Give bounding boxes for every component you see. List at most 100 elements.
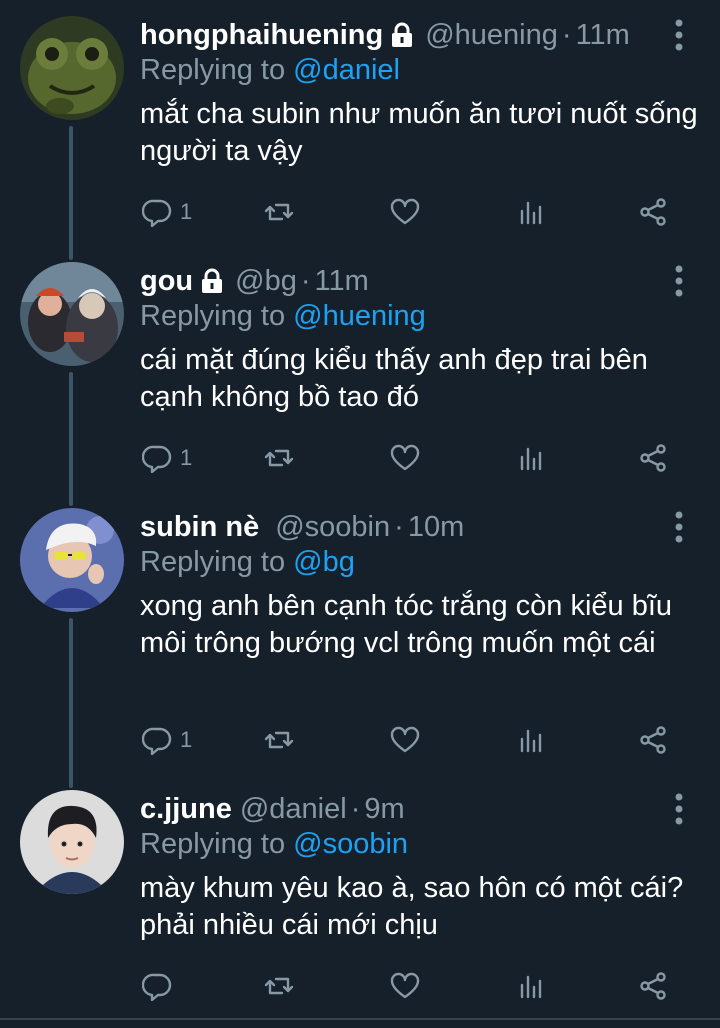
separator-dot: · — [350, 792, 361, 825]
mention-link[interactable]: @soobin — [293, 828, 408, 860]
reply-button[interactable]: 1 — [142, 194, 192, 230]
avatar[interactable] — [20, 790, 124, 894]
reply-button[interactable]: 1 — [142, 440, 192, 476]
cartoon-scene-avatar-icon — [20, 262, 124, 366]
mention-link[interactable]: @bg — [293, 546, 355, 578]
avatar[interactable] — [20, 262, 124, 366]
reply-count: 1 — [180, 727, 193, 752]
timestamp[interactable]: 11m — [315, 265, 369, 298]
share-icon — [640, 198, 666, 226]
handle[interactable]: @daniel — [240, 793, 347, 826]
more-vertical-icon[interactable] — [672, 264, 686, 298]
analytics-button[interactable] — [516, 194, 546, 230]
retweet-button[interactable] — [264, 968, 294, 1004]
replying-to: Replying to @huening — [140, 300, 426, 333]
display-name[interactable]: gou — [140, 265, 193, 298]
analytics-icon — [520, 729, 542, 753]
reply-button[interactable]: 1 — [142, 722, 192, 758]
tweet-text: xong anh bên cạnh tóc trắng còn kiểu bĩu… — [140, 590, 673, 659]
tweet-header: subin nè @soobin · 10m — [140, 506, 660, 548]
handle[interactable]: @bg — [235, 265, 297, 298]
tweet-actions: 1 — [140, 440, 680, 476]
mention-link[interactable]: @daniel — [293, 54, 400, 86]
tweet-text: cái mặt đúng kiểu thấy anh đẹp trai bên … — [140, 344, 648, 413]
replying-to: Replying to @daniel — [140, 54, 400, 87]
tweet-actions: 1 — [140, 722, 680, 758]
tweet[interactable]: subin nè @soobin · 10m Replying to @bg x… — [0, 492, 720, 774]
replying-to-label: Replying to — [140, 546, 294, 578]
retweet-icon — [264, 977, 294, 995]
analytics-icon — [520, 975, 542, 999]
share-button[interactable] — [638, 440, 668, 476]
analytics-icon — [520, 447, 542, 471]
like-icon — [390, 726, 420, 753]
tweet[interactable]: gou @bg · 11m Replying to @huening cái m… — [0, 246, 720, 492]
analytics-button[interactable] — [516, 722, 546, 758]
more-vertical-icon[interactable] — [672, 510, 686, 544]
timestamp[interactable]: 11m — [576, 19, 630, 52]
like-icon — [390, 444, 420, 471]
share-icon — [640, 726, 666, 754]
separator-dot: · — [394, 510, 404, 543]
tweet-header: c.jjune @daniel · 9m — [140, 788, 660, 830]
like-button[interactable] — [390, 194, 420, 230]
person-sunglasses-avatar-icon — [20, 508, 124, 612]
more-vertical-icon[interactable] — [672, 18, 686, 52]
replying-to-label: Replying to — [140, 300, 294, 332]
more-vertical-icon[interactable] — [672, 792, 686, 826]
green-frog-avatar-icon — [20, 16, 124, 120]
share-icon — [640, 972, 666, 1000]
tweet-actions: 1 — [140, 194, 680, 230]
share-button[interactable] — [638, 968, 668, 1004]
tweet-actions — [140, 968, 680, 1004]
like-button[interactable] — [390, 968, 420, 1004]
reply-button[interactable] — [142, 968, 180, 1004]
display-name[interactable]: hongphaihuening — [140, 19, 383, 52]
tweet-header: gou @bg · 11m — [140, 260, 660, 302]
display-name[interactable]: c.jjune — [140, 793, 232, 826]
like-icon — [390, 972, 420, 999]
reply-icon — [142, 973, 172, 1001]
lock-icon — [199, 268, 225, 294]
tweet-text: mắt cha subin như muốn ăn tươi nuốt sống… — [140, 98, 698, 167]
handle[interactable]: @soobin — [275, 511, 390, 544]
display-name[interactable]: subin nè — [140, 511, 259, 544]
reply-icon — [142, 445, 172, 473]
tweet-text: mày khum yêu kao à, sao hôn có một cái? … — [140, 872, 684, 941]
avatar[interactable] — [20, 508, 124, 612]
handle[interactable]: @huening — [425, 19, 558, 52]
replying-to: Replying to @soobin — [140, 828, 408, 861]
share-button[interactable] — [638, 194, 668, 230]
divider — [0, 1018, 720, 1020]
reply-icon — [142, 199, 172, 227]
retweet-button[interactable] — [264, 194, 294, 230]
analytics-button[interactable] — [516, 968, 546, 1004]
reply-count: 1 — [180, 199, 193, 224]
analytics-icon — [520, 201, 542, 225]
analytics-button[interactable] — [516, 440, 546, 476]
share-button[interactable] — [638, 722, 668, 758]
timestamp[interactable]: 10m — [408, 511, 464, 544]
retweet-button[interactable] — [264, 440, 294, 476]
like-button[interactable] — [390, 722, 420, 758]
mention-link[interactable]: @huening — [293, 300, 426, 332]
replying-to: Replying to @bg — [140, 546, 355, 579]
retweet-icon — [264, 203, 294, 221]
retweet-button[interactable] — [264, 722, 294, 758]
separator-dot: · — [561, 18, 572, 51]
tweet[interactable]: hongphaihuening @huening · 11m Replying … — [0, 0, 720, 246]
retweet-icon — [264, 731, 294, 749]
replying-to-label: Replying to — [140, 828, 294, 860]
share-icon — [640, 444, 666, 472]
timestamp[interactable]: 9m — [364, 793, 404, 826]
avatar[interactable] — [20, 16, 124, 120]
person-portrait-avatar-icon — [20, 790, 124, 894]
replying-to-label: Replying to — [140, 54, 294, 86]
lock-icon — [389, 22, 415, 48]
reply-count: 1 — [180, 445, 193, 470]
tweet[interactable]: c.jjune @daniel · 9m Replying to @soobin… — [0, 774, 720, 1018]
retweet-icon — [264, 449, 294, 467]
like-button[interactable] — [390, 440, 420, 476]
reply-icon — [142, 727, 172, 755]
separator-dot: · — [300, 264, 311, 297]
